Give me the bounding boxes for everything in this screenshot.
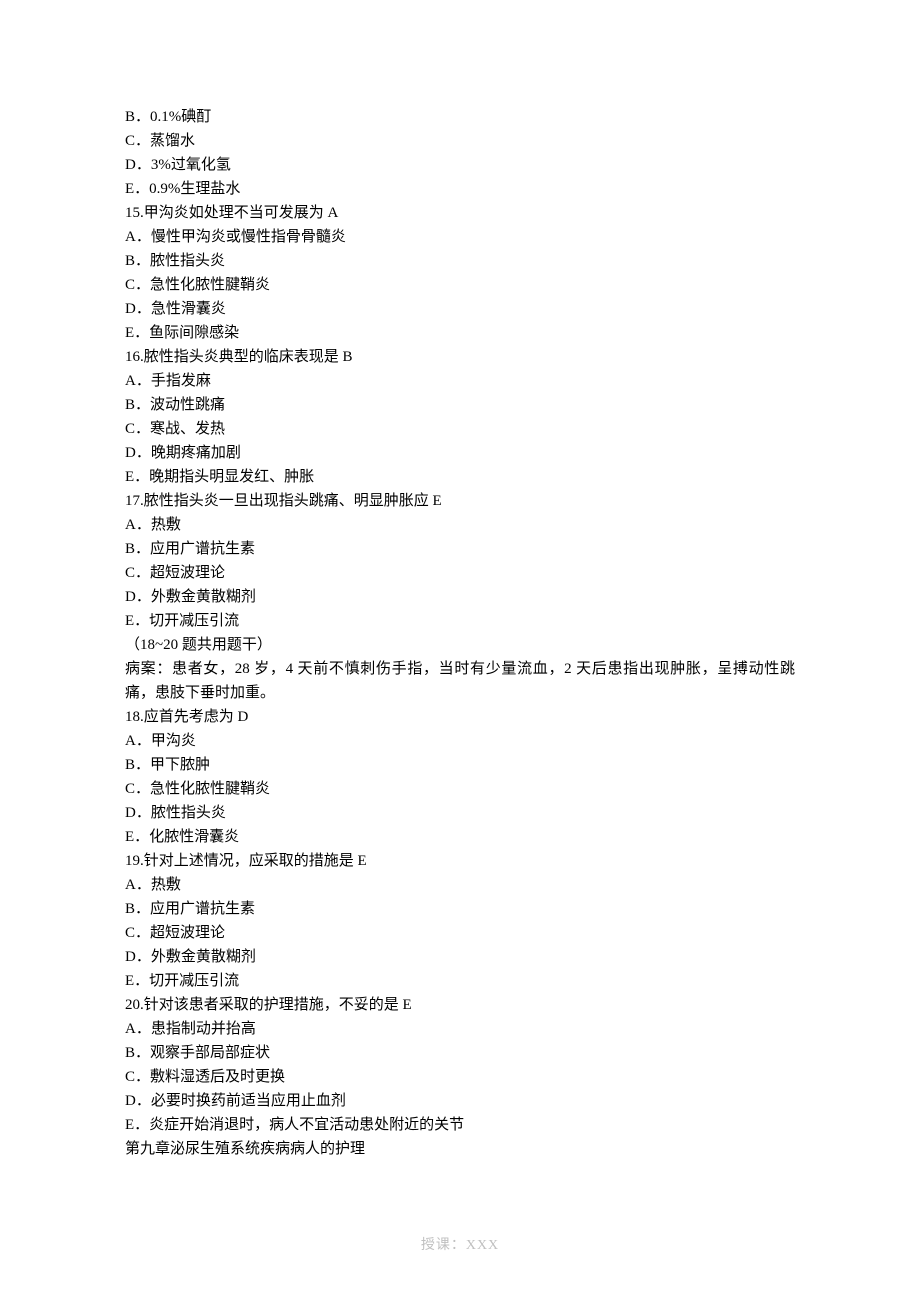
text-line: C．蒸馏水 bbox=[125, 129, 795, 153]
text-line: A．热敷 bbox=[125, 873, 795, 897]
text-line: B．应用广谱抗生素 bbox=[125, 537, 795, 561]
body-text: B．0.1%碘酊C．蒸馏水D．3%过氧化氢E．0.9%生理盐水15.甲沟炎如处理… bbox=[125, 105, 795, 1161]
document-page: B．0.1%碘酊C．蒸馏水D．3%过氧化氢E．0.9%生理盐水15.甲沟炎如处理… bbox=[0, 0, 920, 1302]
text-line: B．应用广谱抗生素 bbox=[125, 897, 795, 921]
text-line: A．手指发麻 bbox=[125, 369, 795, 393]
text-line: D．脓性指头炎 bbox=[125, 801, 795, 825]
text-line: 第九章泌尿生殖系统疾病病人的护理 bbox=[125, 1137, 795, 1161]
text-line: A．慢性甲沟炎或慢性指骨骨髓炎 bbox=[125, 225, 795, 249]
text-line: E．炎症开始消退时，病人不宜活动患处附近的关节 bbox=[125, 1113, 795, 1137]
text-line: D．晚期疼痛加剧 bbox=[125, 441, 795, 465]
text-line: C．超短波理论 bbox=[125, 921, 795, 945]
text-line: 19.针对上述情况，应采取的措施是 E bbox=[125, 849, 795, 873]
text-line: B．脓性指头炎 bbox=[125, 249, 795, 273]
text-line: D．急性滑囊炎 bbox=[125, 297, 795, 321]
text-line: E．切开减压引流 bbox=[125, 969, 795, 993]
text-line: B．甲下脓肿 bbox=[125, 753, 795, 777]
text-line: C．敷料湿透后及时更换 bbox=[125, 1065, 795, 1089]
text-line: C．寒战、发热 bbox=[125, 417, 795, 441]
text-line: 15.甲沟炎如处理不当可发展为 A bbox=[125, 201, 795, 225]
text-line: B．观察手部局部症状 bbox=[125, 1041, 795, 1065]
text-line: （18~20 题共用题干） bbox=[125, 633, 795, 657]
text-line: A．热敷 bbox=[125, 513, 795, 537]
text-line: B．波动性跳痛 bbox=[125, 393, 795, 417]
text-line: E．鱼际间隙感染 bbox=[125, 321, 795, 345]
text-line: 17.脓性指头炎一旦出现指头跳痛、明显肿胀应 E bbox=[125, 489, 795, 513]
text-line: C．超短波理论 bbox=[125, 561, 795, 585]
text-line: 20.针对该患者采取的护理措施，不妥的是 E bbox=[125, 993, 795, 1017]
text-line: E．化脓性滑囊炎 bbox=[125, 825, 795, 849]
text-line: 18.应首先考虑为 D bbox=[125, 705, 795, 729]
text-line: 16.脓性指头炎典型的临床表现是 B bbox=[125, 345, 795, 369]
text-line: E．晚期指头明显发红、肿胀 bbox=[125, 465, 795, 489]
text-line: E．切开减压引流 bbox=[125, 609, 795, 633]
text-line: A．患指制动并抬高 bbox=[125, 1017, 795, 1041]
text-line: D．必要时换药前适当应用止血剂 bbox=[125, 1089, 795, 1113]
text-line: B．0.1%碘酊 bbox=[125, 105, 795, 129]
text-line: E．0.9%生理盐水 bbox=[125, 177, 795, 201]
page-footer: 授课：XXX bbox=[0, 1235, 920, 1257]
text-line: C．急性化脓性腱鞘炎 bbox=[125, 273, 795, 297]
text-line: 病案：患者女，28 岁，4 天前不慎刺伤手指，当时有少量流血，2 天后患指出现肿… bbox=[125, 657, 795, 705]
text-line: D．3%过氧化氢 bbox=[125, 153, 795, 177]
text-line: C．急性化脓性腱鞘炎 bbox=[125, 777, 795, 801]
text-line: D．外敷金黄散糊剂 bbox=[125, 945, 795, 969]
text-line: A．甲沟炎 bbox=[125, 729, 795, 753]
text-line: D．外敷金黄散糊剂 bbox=[125, 585, 795, 609]
